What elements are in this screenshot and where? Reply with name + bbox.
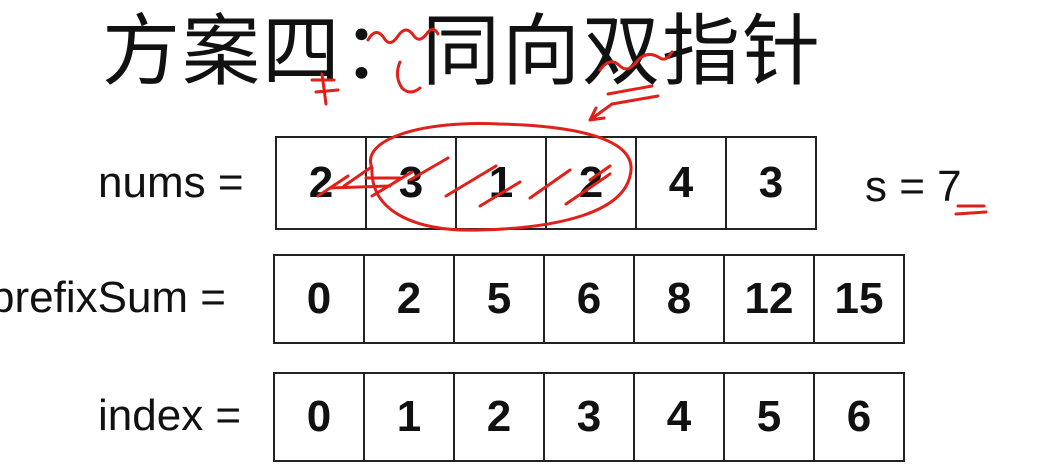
nums-cell: 1: [457, 138, 547, 228]
prefixsum-array: 0 2 5 6 8 12 15: [273, 254, 905, 344]
prefixsum-label: prefixSum =: [0, 273, 226, 322]
prefixsum-cell: 6: [545, 256, 635, 342]
nums-cell: 2: [277, 138, 367, 228]
prefixsum-cell: 0: [275, 256, 365, 342]
nums-cell: 2: [547, 138, 637, 228]
index-cell: 3: [545, 374, 635, 460]
nums-array: 2 3 1 2 4 3: [275, 136, 817, 230]
nums-cell: 4: [637, 138, 727, 228]
nums-label: nums =: [98, 158, 244, 207]
index-cell: 2: [455, 374, 545, 460]
prefixsum-cell: 2: [365, 256, 455, 342]
prefixsum-cell: 8: [635, 256, 725, 342]
page-title: 方案四：同向双指针: [102, 7, 823, 97]
nums-cell: 3: [727, 138, 817, 228]
prefixsum-cell: 12: [725, 256, 815, 342]
index-label: index =: [98, 391, 242, 440]
prefixsum-cell: 5: [455, 256, 545, 342]
index-cell: 5: [725, 374, 815, 460]
nums-cell: 3: [367, 138, 457, 228]
index-cell: 0: [275, 374, 365, 460]
index-array: 0 1 2 3 4 5 6: [273, 372, 905, 462]
index-cell: 1: [365, 374, 455, 460]
end-arrow-scribble: [588, 102, 614, 122]
target-sum-label: s = 7: [865, 162, 962, 211]
prefixsum-cell: 15: [815, 256, 905, 342]
index-cell: 6: [815, 374, 905, 460]
index-cell: 4: [635, 374, 725, 460]
